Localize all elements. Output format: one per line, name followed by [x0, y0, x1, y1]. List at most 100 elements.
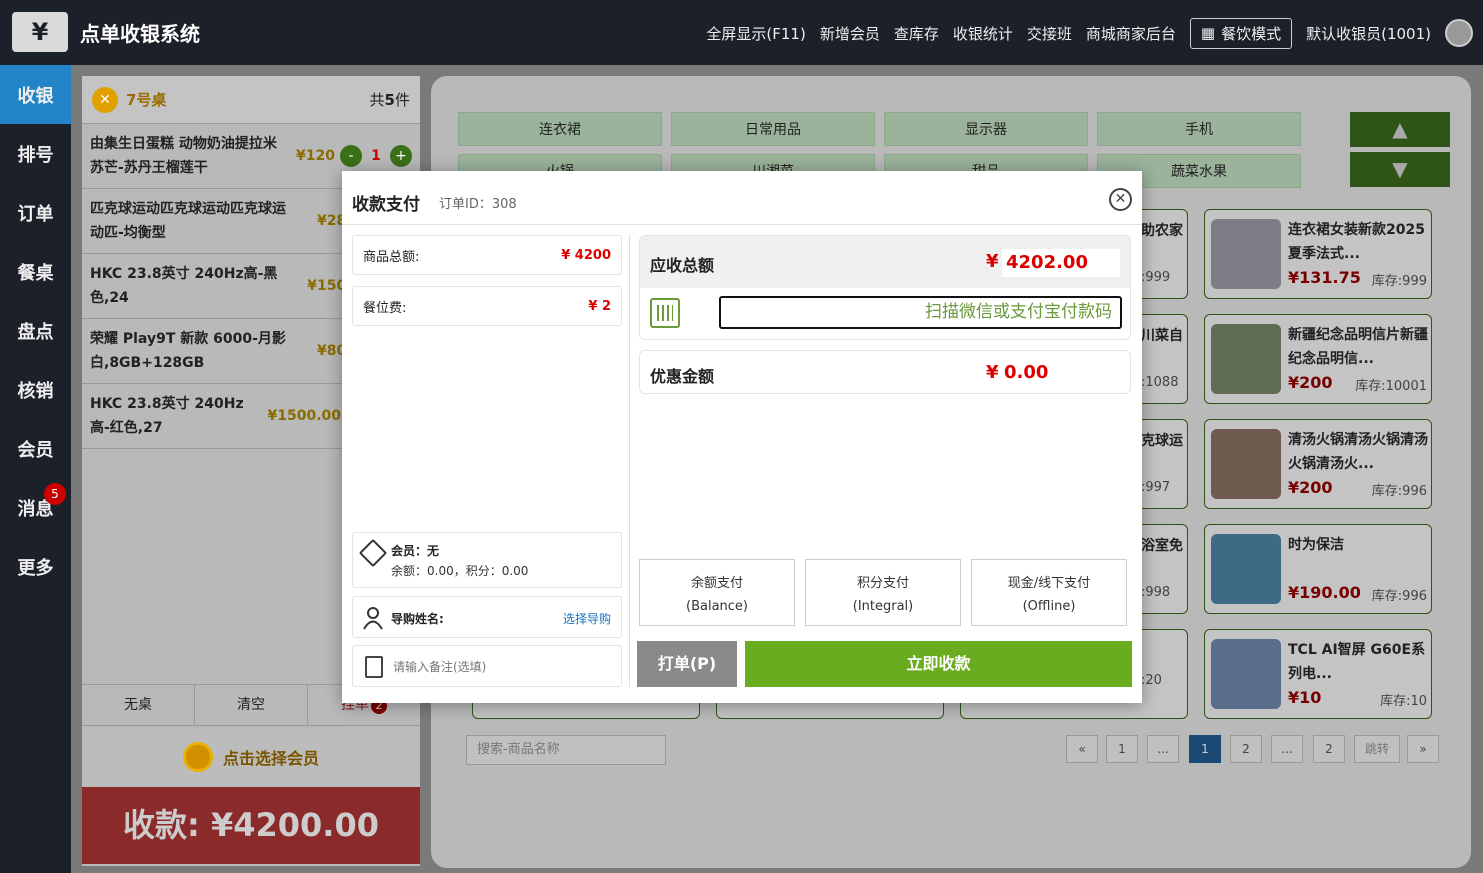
product-stock: 库存:999 [1371, 274, 1427, 289]
payment-modal: 收款支付 订单ID：308 ✕ 商品总额: ¥ 4200 餐位费: ¥ 2 会员… [342, 171, 1142, 703]
page-button[interactable]: 2 [1230, 735, 1262, 763]
cash-pay-button[interactable]: 现金/线下支付 (Offline) [971, 559, 1127, 626]
cart-header: ✕ 7号桌 共5件 [82, 76, 420, 124]
sidebar-item-members[interactable]: 会员 [0, 419, 71, 478]
page-next-button[interactable]: » [1407, 735, 1439, 763]
select-member-button[interactable]: 点击选择会员 [82, 728, 420, 786]
currency-symbol: ¥ [986, 362, 999, 383]
sidebar-item-queue[interactable]: 排号 [0, 124, 71, 183]
qty-value: 1 [371, 148, 381, 164]
product-stock: 库存:996 [1371, 589, 1427, 604]
category-tab[interactable]: 连衣裙 [458, 112, 662, 146]
discount-value[interactable]: 0.00 [1004, 362, 1048, 383]
item-count: 共5件 [369, 91, 410, 109]
page-button[interactable]: 2 [1313, 735, 1345, 763]
discount-row: 优惠金额 ¥ 0.00 [639, 350, 1131, 394]
product-card[interactable]: TCL AI智屏 G60E系列电... ¥10 库存:10 [1204, 629, 1432, 719]
product-search-input[interactable]: 搜索-商品名称 [466, 735, 666, 765]
member-balance: 余额：0.00，积分：0.00 [391, 564, 529, 578]
page-button-active[interactable]: 1 [1189, 735, 1221, 763]
nav-shift-handover[interactable]: 交接班 [1027, 23, 1072, 44]
nav-cashier-stats[interactable]: 收银统计 [953, 23, 1013, 44]
table-name[interactable]: 7号桌 [126, 89, 370, 110]
close-icon[interactable]: ✕ [1109, 188, 1132, 211]
sidebar-item-inventory[interactable]: 盘点 [0, 301, 71, 360]
sidebar-item-tables[interactable]: 餐桌 [0, 242, 71, 301]
select-guide-link[interactable]: 选择导购 [563, 610, 611, 627]
divider [342, 224, 1142, 225]
product-image [1211, 429, 1281, 499]
product-image [1211, 534, 1281, 604]
discount-label: 优惠金额 [650, 367, 715, 386]
category-tab[interactable]: 显示器 [884, 112, 1088, 146]
product-price: ¥200 [1288, 373, 1333, 392]
page-ellipsis: ... [1271, 735, 1303, 763]
product-price: ¥190.00 [1288, 583, 1361, 602]
scan-code-input[interactable]: 扫描微信或支付宝付款码 [719, 296, 1122, 329]
sidebar-item-orders[interactable]: 订单 [0, 183, 71, 242]
user-icon [182, 742, 213, 772]
page-button[interactable]: 1 [1106, 735, 1138, 763]
diamond-icon [358, 538, 388, 568]
dining-mode-label: 餐饮模式 [1221, 24, 1282, 43]
scroll-down-button[interactable]: ▼ [1350, 152, 1450, 187]
points-pay-button[interactable]: 积分支付 (Integral) [805, 559, 961, 626]
scroll-up-button[interactable]: ▲ [1350, 112, 1450, 147]
cart-item-price: ¥1500.00 [267, 408, 341, 424]
top-nav: 全屏显示(F11) 新增会员 查库存 收银统计 交接班 商城商家后台 ▦ 餐饮模… [706, 15, 1473, 51]
sidebar-item-more[interactable]: 更多 [0, 537, 71, 596]
cashier-user[interactable]: 默认收银员(1001) [1306, 23, 1431, 44]
member-name: 会员：无 [391, 544, 440, 558]
sidebar-item-messages[interactable]: 消息 5 [0, 478, 71, 537]
cart-item-name: 由集生日蛋糕 动物奶油提拉米苏芒-苏丹王榴莲干 [90, 136, 277, 176]
nav-fullscreen[interactable]: 全屏显示(F11) [706, 23, 805, 44]
app-title: 点单收银系统 [80, 22, 200, 46]
note-input[interactable] [393, 654, 613, 680]
nav-add-member[interactable]: 新增会员 [820, 23, 880, 44]
page-prev-button[interactable]: « [1066, 735, 1098, 763]
utensils-icon: ✕ [92, 86, 118, 113]
nav-merchant-backend[interactable]: 商城商家后台 [1086, 23, 1176, 44]
clear-button[interactable]: 清空 [195, 685, 308, 725]
category-tab[interactable]: 日常用品 [671, 112, 875, 146]
balance-pay-button[interactable]: 余额支付 (Balance) [639, 559, 795, 626]
avatar[interactable] [1445, 19, 1473, 47]
cart-item-name: 匹克球运动匹克球运动匹克球运动匹-均衡型 [90, 201, 286, 241]
message-badge: 5 [44, 483, 66, 505]
page-jump-input[interactable]: 跳转 [1354, 735, 1400, 763]
product-name: 时为保洁 [1288, 537, 1344, 553]
amount-due-input[interactable]: 4202.00 [1002, 249, 1120, 277]
dining-mode-button[interactable]: ▦ 餐饮模式 [1189, 17, 1293, 49]
no-table-button[interactable]: 无桌 [82, 685, 195, 725]
product-stock: 库存:996 [1371, 484, 1427, 499]
product-card[interactable]: 连衣裙女装新款2025夏季法式... ¥131.75 库存:999 [1204, 209, 1432, 299]
cart-item-name: HKC 23.8英寸 240Hz高-红色,27 [90, 396, 244, 436]
sidebar-item-cashier[interactable]: 收银 [0, 65, 71, 124]
amount-due-box: 应收总额 ¥ 4202.00 扫描微信或支付宝付款码 [639, 235, 1131, 340]
cart-item-name: HKC 23.8英寸 240Hz高-黑色,24 [90, 266, 278, 306]
qty-minus-button[interactable]: - [340, 145, 362, 167]
qty-plus-button[interactable]: + [390, 145, 412, 167]
seat-fee-label: 餐位费: [363, 300, 407, 316]
checkout-button[interactable]: 收款: ¥4200.00 [82, 787, 420, 864]
product-price: ¥131.75 [1288, 268, 1361, 287]
currency-symbol: ¥ [986, 251, 999, 272]
product-card[interactable]: 清汤火锅清汤火锅清汤火锅清汤火... ¥200 库存:996 [1204, 419, 1432, 509]
product-price: ¥10 [1288, 688, 1322, 707]
product-image [1211, 639, 1281, 709]
goods-total-row: 商品总额: ¥ 4200 [352, 235, 622, 275]
category-tab[interactable]: 手机 [1097, 112, 1301, 146]
person-icon [363, 607, 383, 630]
product-stock: 库存:10 [1380, 694, 1427, 709]
product-card[interactable]: 新疆纪念品明信片新疆纪念品明信... ¥200 库存:10001 [1204, 314, 1432, 404]
sidebar-item-verify[interactable]: 核销 [0, 360, 71, 419]
print-button[interactable]: 打单(P) [637, 641, 737, 687]
top-bar: ¥ 点单收银系统 全屏显示(F11) 新增会员 查库存 收银统计 交接班 商城商… [0, 0, 1483, 65]
nav-check-stock[interactable]: 查库存 [894, 23, 939, 44]
collect-now-button[interactable]: 立即收款 [745, 641, 1132, 687]
product-card[interactable]: 时为保洁 ¥190.00 库存:996 [1204, 524, 1432, 614]
select-member-label: 点击选择会员 [222, 749, 319, 768]
order-id: 订单ID：308 [439, 197, 517, 212]
product-name: 连衣裙女装新款2025夏季法式... [1288, 222, 1425, 262]
modal-title: 收款支付 [352, 195, 420, 215]
